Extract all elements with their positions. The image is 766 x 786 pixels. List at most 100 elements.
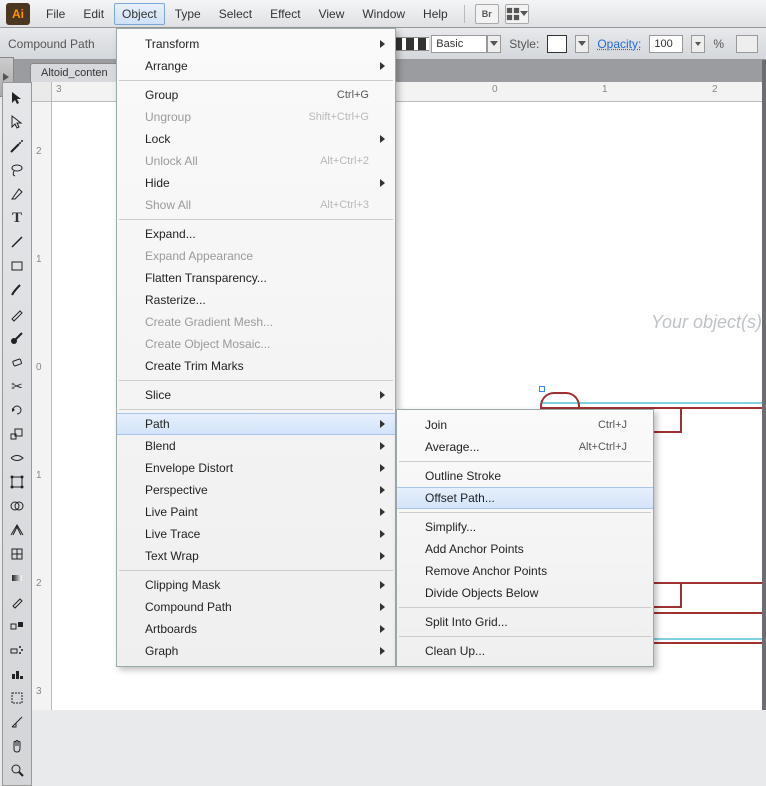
tool-perspective-grid[interactable]: [5, 519, 29, 541]
path-submenu-item[interactable]: Simplify...: [397, 516, 653, 538]
stroke-profile-dropdown[interactable]: [487, 35, 501, 53]
object-menu-item[interactable]: Transform: [117, 33, 395, 55]
bridge-button[interactable]: Br: [475, 4, 499, 24]
tool-column-graph[interactable]: [5, 663, 29, 685]
object-menu-item[interactable]: Slice: [117, 384, 395, 406]
style-swatch[interactable]: [547, 35, 567, 53]
placeholder-hint: Your object(s): [651, 312, 762, 333]
path-submenu-separator: [399, 461, 651, 462]
path-submenu-item[interactable]: Add Anchor Points: [397, 538, 653, 560]
opacity-dropdown[interactable]: [691, 35, 705, 53]
tool-blob-brush[interactable]: [5, 327, 29, 349]
tool-lasso[interactable]: [5, 159, 29, 181]
object-menu-item[interactable]: Hide: [117, 172, 395, 194]
object-menu-item-label: Show All: [145, 198, 191, 212]
tool-width[interactable]: [5, 447, 29, 469]
tool-shape-builder[interactable]: [5, 495, 29, 517]
menu-select[interactable]: Select: [211, 3, 260, 25]
tool-paintbrush[interactable]: [5, 279, 29, 301]
object-menu-item[interactable]: Blend: [117, 435, 395, 457]
stroke-profile-field[interactable]: Basic: [431, 35, 487, 53]
menu-help[interactable]: Help: [415, 3, 456, 25]
object-menu-item-label: Transform: [145, 37, 199, 51]
ruler-v-tick: 1: [36, 254, 42, 265]
ruler-origin[interactable]: [32, 82, 52, 102]
path-submenu-item[interactable]: Outline Stroke: [397, 465, 653, 487]
object-menu-item[interactable]: Live Trace: [117, 523, 395, 545]
object-menu-item-label: Create Trim Marks: [145, 359, 244, 373]
menu-window[interactable]: Window: [354, 3, 413, 25]
object-menu-item[interactable]: Arrange: [117, 55, 395, 77]
object-menu-item-label: Arrange: [145, 59, 188, 73]
path-submenu-item[interactable]: Split Into Grid...: [397, 611, 653, 633]
tool-symbol-sprayer[interactable]: [5, 639, 29, 661]
panel-dock[interactable]: [762, 60, 766, 710]
tool-slice[interactable]: [5, 711, 29, 733]
tool-gradient[interactable]: [5, 567, 29, 589]
path-submenu-item[interactable]: Divide Objects Below: [397, 582, 653, 604]
document-tab[interactable]: Altoid_conten: [30, 63, 119, 82]
tool-type[interactable]: T: [5, 207, 29, 229]
arrange-docs-button[interactable]: [505, 4, 529, 24]
object-menu-item[interactable]: Path: [117, 413, 395, 435]
object-menu-item[interactable]: GroupCtrl+G: [117, 84, 395, 106]
tool-scissors[interactable]: ✂: [5, 375, 29, 397]
tool-direct-selection[interactable]: [5, 111, 29, 133]
object-menu-item-label: Unlock All: [145, 154, 198, 168]
path-submenu-item[interactable]: Average...Alt+Ctrl+J: [397, 436, 653, 458]
object-menu-item-label: Live Trace: [145, 527, 200, 541]
object-menu-item[interactable]: Rasterize...: [117, 289, 395, 311]
object-menu-item-label: Rasterize...: [145, 293, 206, 307]
tool-rotate[interactable]: [5, 399, 29, 421]
menu-view[interactable]: View: [311, 3, 353, 25]
tool-artboard[interactable]: [5, 687, 29, 709]
menu-type[interactable]: Type: [167, 3, 209, 25]
object-menu-item[interactable]: Lock: [117, 128, 395, 150]
object-menu-item[interactable]: Artboards: [117, 618, 395, 640]
object-menu-item[interactable]: Expand...: [117, 223, 395, 245]
object-menu-item[interactable]: Graph: [117, 640, 395, 662]
object-menu-item[interactable]: Compound Path: [117, 596, 395, 618]
tool-scale[interactable]: [5, 423, 29, 445]
tool-free-transform[interactable]: [5, 471, 29, 493]
artwork-path: [652, 407, 682, 433]
path-submenu-item[interactable]: Remove Anchor Points: [397, 560, 653, 582]
path-submenu: JoinCtrl+JAverage...Alt+Ctrl+J Outline St…: [396, 409, 654, 667]
tool-eraser[interactable]: [5, 351, 29, 373]
path-submenu-separator: [399, 636, 651, 637]
object-menu-separator: [119, 570, 393, 571]
object-menu-item[interactable]: Flatten Transparency...: [117, 267, 395, 289]
opacity-label[interactable]: Opacity:: [597, 37, 641, 51]
menu-object[interactable]: Object: [114, 3, 165, 25]
path-submenu-item[interactable]: Offset Path...: [397, 487, 653, 509]
tool-line[interactable]: [5, 231, 29, 253]
tool-hand[interactable]: [5, 735, 29, 757]
object-menu-item[interactable]: Clipping Mask: [117, 574, 395, 596]
tool-eyedropper[interactable]: [5, 591, 29, 613]
selection-handle[interactable]: [539, 386, 545, 392]
object-menu-item[interactable]: Perspective: [117, 479, 395, 501]
tool-rectangle[interactable]: [5, 255, 29, 277]
path-submenu-item[interactable]: Clean Up...: [397, 640, 653, 662]
style-dropdown[interactable]: [575, 35, 589, 53]
path-submenu-item[interactable]: JoinCtrl+J: [397, 414, 653, 436]
ruler-vertical[interactable]: 2 1 0 1 2 3: [32, 102, 52, 710]
recolor-art-button[interactable]: [736, 35, 758, 53]
tool-pencil[interactable]: [5, 303, 29, 325]
object-menu-item-label: Envelope Distort: [145, 461, 233, 475]
object-menu-item[interactable]: Text Wrap: [117, 545, 395, 567]
tool-blend[interactable]: [5, 615, 29, 637]
menu-effect[interactable]: Effect: [262, 3, 308, 25]
object-menu-item-label: Expand...: [145, 227, 196, 241]
tool-pen[interactable]: [5, 183, 29, 205]
tool-selection[interactable]: [5, 87, 29, 109]
object-menu-item[interactable]: Envelope Distort: [117, 457, 395, 479]
tool-zoom[interactable]: [5, 759, 29, 781]
menu-file[interactable]: File: [38, 3, 73, 25]
object-menu-item[interactable]: Create Trim Marks: [117, 355, 395, 377]
tool-magic-wand[interactable]: [5, 135, 29, 157]
menu-edit[interactable]: Edit: [75, 3, 112, 25]
opacity-field[interactable]: 100: [649, 35, 683, 53]
object-menu-item[interactable]: Live Paint: [117, 501, 395, 523]
tool-mesh[interactable]: [5, 543, 29, 565]
